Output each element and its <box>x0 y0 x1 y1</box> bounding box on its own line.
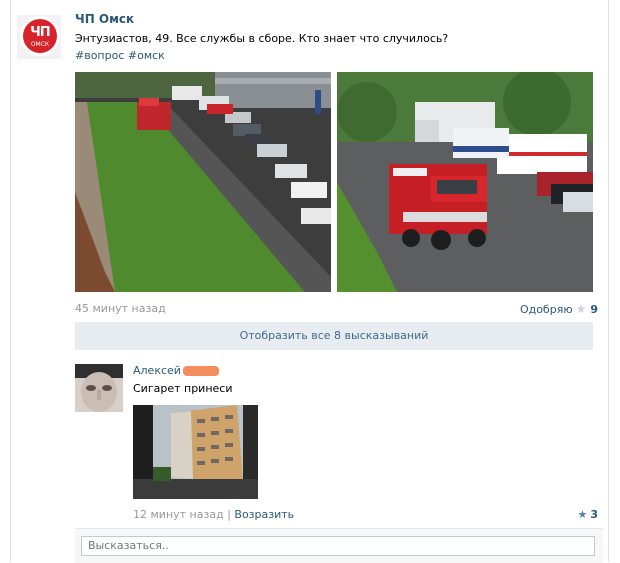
fire-truck-photo <box>337 72 593 292</box>
wall-post-panel: ЧП ОМСК ЧП Омск Энтузиастов, 49. Все слу… <box>10 0 609 563</box>
comment-time[interactable]: 12 минут назад <box>133 508 224 521</box>
comment-composer: Высказаться.. <box>75 528 603 563</box>
post-photo-2[interactable] <box>337 72 593 292</box>
like-count: 9 <box>590 303 598 316</box>
group-logo: ЧП ОМСК <box>23 19 57 53</box>
comment-text: Сигарет принеси <box>133 382 233 395</box>
comment-like-count: 3 <box>590 508 598 521</box>
group-avatar[interactable]: ЧП ОМСК <box>17 15 61 59</box>
parking-lot-photo <box>75 72 331 292</box>
post-hashtags[interactable]: #вопрос #омск <box>75 49 165 62</box>
like-label: Одобряю <box>519 303 573 316</box>
star-icon: ★ <box>575 302 587 316</box>
meta-separator: | <box>227 508 231 521</box>
commenter-avatar[interactable] <box>75 364 123 412</box>
comment-input[interactable]: Высказаться.. <box>81 536 595 556</box>
building-photo <box>133 405 258 499</box>
redacted-surname <box>182 366 219 376</box>
post-photo-1[interactable] <box>75 72 331 292</box>
post-text: Энтузиастов, 49. Все службы в сборе. Кто… <box>75 32 449 45</box>
comment-photo[interactable] <box>133 405 258 499</box>
comment-like-button[interactable]: ★ 3 <box>577 508 598 521</box>
post-time[interactable]: 45 минут назад <box>75 302 166 315</box>
star-icon: ★ <box>577 508 588 521</box>
comment-meta: 12 минут назад | Возразить <box>133 508 294 521</box>
logo-text: ЧП <box>30 25 50 40</box>
commenter-name-text: Алексей <box>133 364 181 377</box>
group-name-link[interactable]: ЧП Омск <box>75 12 134 26</box>
logo-subtext: ОМСК <box>30 41 50 48</box>
commenter-name[interactable]: Алексей <box>133 364 219 377</box>
reply-link[interactable]: Возразить <box>234 508 294 521</box>
user-face-photo <box>75 364 123 412</box>
post-like-button[interactable]: Одобряю ★ 9 <box>520 302 598 316</box>
show-all-comments-button[interactable]: Отобразить все 8 высказываний <box>75 322 593 350</box>
